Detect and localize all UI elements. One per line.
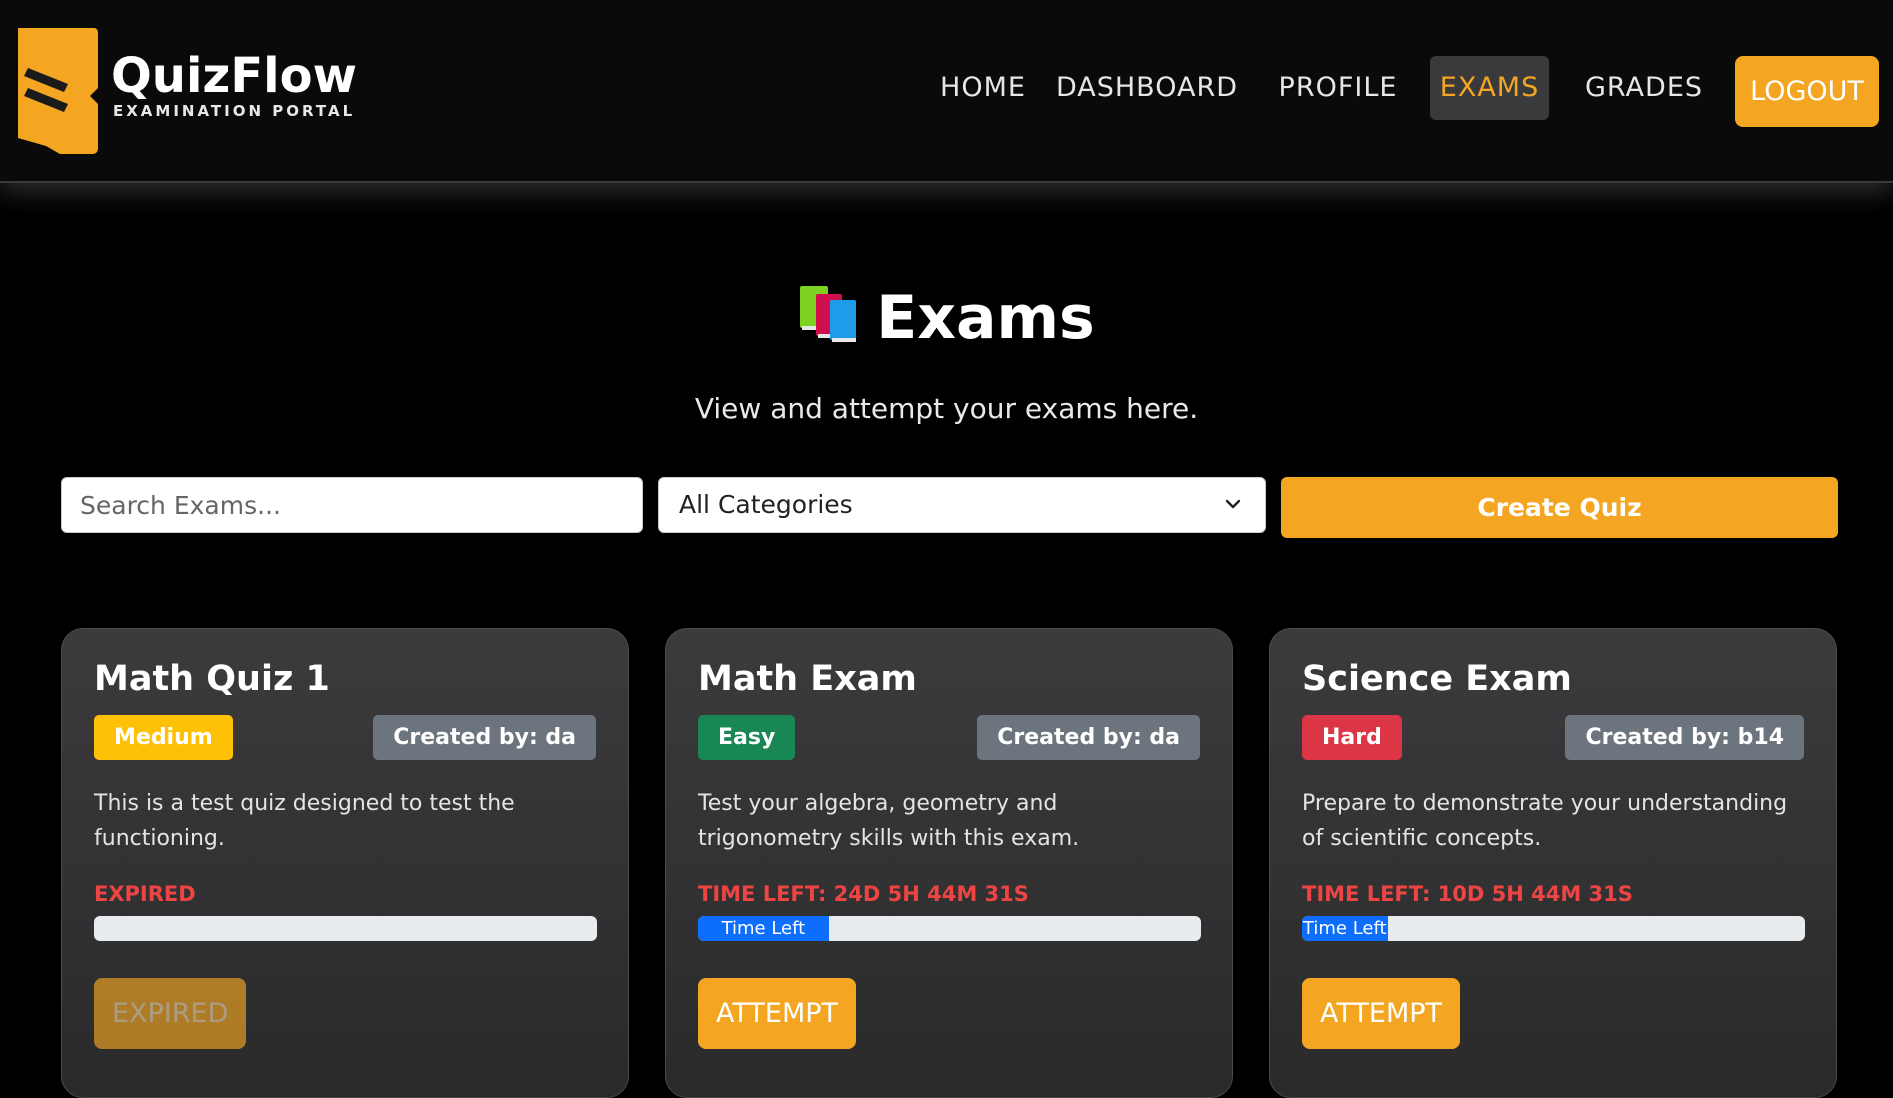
exam-description: Test your algebra, geometry and trigonom… — [698, 791, 1080, 851]
create-quiz-button[interactable]: Create Quiz — [1281, 477, 1838, 538]
difficulty-badge: Medium — [94, 715, 233, 760]
exam-status: TIME LEFT: 10D 5H 44M 31S — [1302, 882, 1633, 906]
books-icon — [798, 286, 860, 344]
time-progress-bar — [94, 916, 597, 941]
nav-profile[interactable]: PROFILE — [1270, 56, 1406, 120]
navbar: QuizFlow EXAMINATION PORTAL HOME DASHBOA… — [0, 0, 1893, 183]
search-input[interactable] — [61, 477, 643, 533]
creator-badge: Created by: da — [373, 715, 596, 760]
category-select-value: All Categories — [679, 490, 853, 519]
exam-status: EXPIRED — [94, 882, 196, 906]
brand-title: QuizFlow — [111, 48, 357, 104]
difficulty-badge: Easy — [698, 715, 796, 760]
exam-title: Science Exam — [1302, 659, 1572, 699]
time-progress-bar: Time Left — [1302, 916, 1805, 941]
chevron-down-icon — [1225, 499, 1241, 509]
exam-title: Math Quiz 1 — [94, 659, 330, 699]
logo-mark-icon — [18, 28, 98, 154]
creator-badge: Created by: b14 — [1565, 715, 1804, 760]
page-title-text: Exams — [876, 283, 1095, 353]
exam-description: This is a test quiz designed to test the… — [94, 791, 515, 851]
nav-home[interactable]: HOME — [918, 56, 1048, 120]
time-progress-fill: Time Left — [1302, 916, 1388, 941]
logout-button[interactable]: LOGOUT — [1735, 56, 1879, 127]
time-progress-bar: Time Left — [698, 916, 1201, 941]
expired-button: EXPIRED — [94, 978, 247, 1049]
exam-card: Science Exam Hard Created by: b14 Prepar… — [1269, 628, 1837, 1098]
time-progress-fill: Time Left — [698, 916, 829, 941]
brand-subtitle: EXAMINATION PORTAL — [113, 102, 356, 120]
exam-description: Prepare to demonstrate your understandin… — [1302, 791, 1788, 851]
brand-logo[interactable]: QuizFlow EXAMINATION PORTAL — [16, 26, 357, 156]
exam-status: TIME LEFT: 24D 5H 44M 31S — [698, 882, 1029, 906]
page-subtitle: View and attempt your exams here. — [694, 392, 1199, 425]
attempt-button[interactable]: ATTEMPT — [1302, 978, 1461, 1049]
nav-exams[interactable]: EXAMS — [1430, 56, 1549, 120]
exam-title: Math Exam — [698, 659, 917, 699]
attempt-button[interactable]: ATTEMPT — [698, 978, 857, 1049]
difficulty-badge: Hard — [1302, 715, 1402, 760]
exam-card: Math Exam Easy Created by: da Test your … — [665, 628, 1233, 1098]
exam-card: Math Quiz 1 Medium Created by: da This i… — [61, 628, 629, 1098]
page-title: Exams — [0, 283, 1893, 353]
nav-grades[interactable]: GRADES — [1576, 56, 1712, 120]
creator-badge: Created by: da — [977, 715, 1200, 760]
category-select[interactable]: All Categories — [658, 477, 1266, 533]
nav-dashboard[interactable]: DASHBOARD — [1050, 56, 1244, 120]
